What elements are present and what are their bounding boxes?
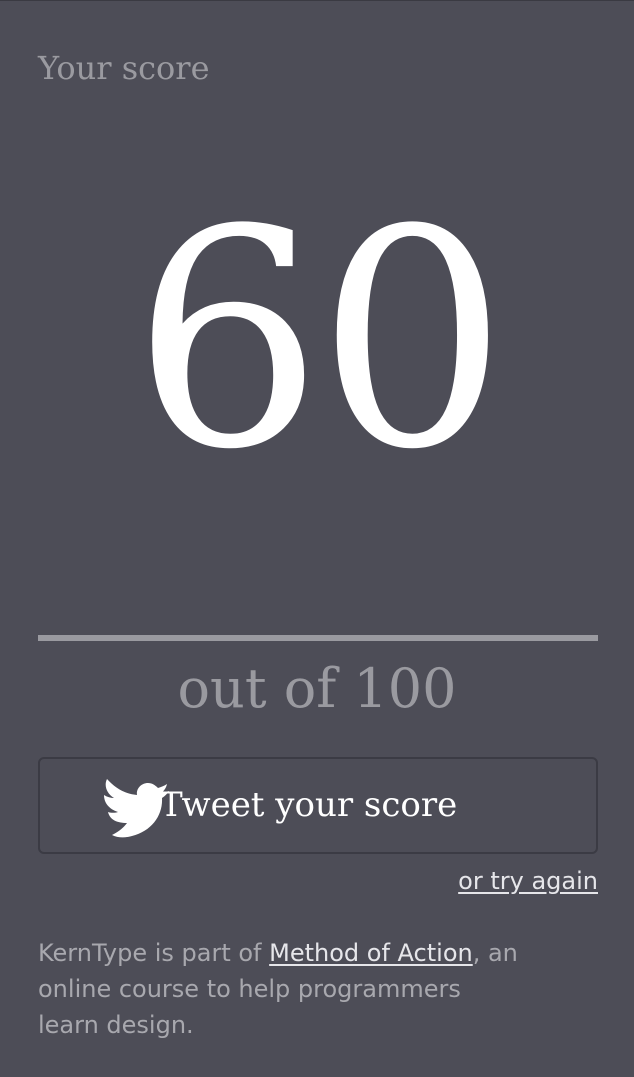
footer-line-3: learn design. — [38, 1011, 194, 1039]
footer-line-2: online course to help programmers — [38, 975, 461, 1003]
tweet-button-label: Tweet your score — [160, 785, 458, 825]
footer-text-after: , an — [472, 939, 518, 967]
score-divider — [38, 635, 598, 641]
score-value: 60 — [132, 166, 508, 515]
footer-text-before: KernType is part of — [38, 939, 270, 967]
footer-text: KernType is part of Method of Action, an… — [38, 935, 598, 1043]
score-out-of: out of 100 — [177, 657, 457, 720]
method-of-action-link[interactable]: Method of Action — [269, 939, 473, 967]
try-again-link[interactable]: or try again — [458, 867, 598, 895]
tweet-score-button[interactable]: Tweet your score — [38, 757, 598, 854]
score-label: Your score — [38, 49, 210, 87]
score-panel: Your score 60 out of 100 Tweet your scor… — [0, 0, 634, 1077]
